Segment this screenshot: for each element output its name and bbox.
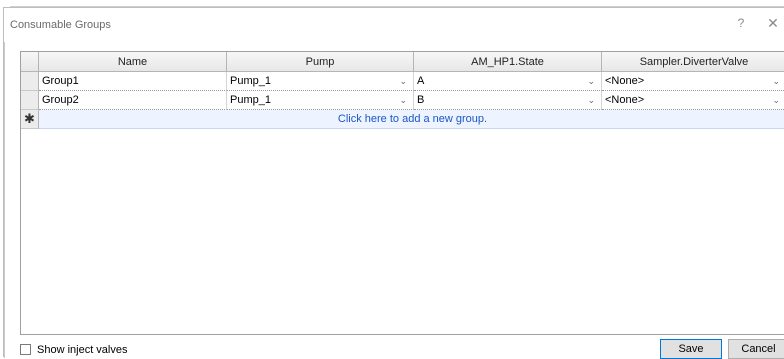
column-header-name[interactable]: Name (39, 52, 227, 72)
cell-diverter-valve[interactable]: <None> ⌄ (602, 91, 784, 110)
cell-pump[interactable]: Pump_1 ⌄ (227, 91, 414, 110)
row-header[interactable] (21, 72, 39, 91)
cell-pump-value: Pump_1 (230, 75, 271, 87)
cell-state-value: A (417, 75, 425, 87)
help-button[interactable]: ? (734, 16, 748, 30)
cell-diverter-valve[interactable]: <None> ⌄ (602, 72, 784, 91)
column-header-pump[interactable]: Pump (227, 52, 414, 72)
cell-name[interactable]: Group2 (39, 91, 227, 110)
column-header-sampler-divertervalve[interactable]: Sampler.DiverterValve (602, 52, 784, 72)
show-inject-valves-checkbox[interactable] (20, 344, 31, 355)
cell-diverter-value: <None> (605, 94, 645, 106)
cell-state-value: B (417, 94, 425, 106)
close-button[interactable]: ✕ (766, 15, 780, 32)
new-row-asterisk-icon: ✱ (21, 110, 39, 129)
cell-diverter-value: <None> (605, 75, 645, 87)
cell-pump-value: Pump_1 (230, 94, 271, 106)
chevron-down-icon[interactable]: ⌄ (587, 91, 595, 109)
groups-grid: Name Pump AM_HP1.State Sampler.DiverterV… (20, 51, 784, 335)
corner-cell (21, 52, 39, 72)
chevron-down-icon[interactable]: ⌄ (399, 72, 407, 90)
dialog-title: Consumable Groups (10, 19, 111, 31)
dialog-footer: Show inject valves Save Cancel (20, 339, 784, 359)
table-row[interactable]: Group1 Pump_1 ⌄ A ⌄ <None> ⌄ (39, 72, 784, 91)
consumable-groups-dialog: Consumable Groups ? ✕ Name Pump AM_HP1.S… (3, 7, 784, 359)
chevron-down-icon[interactable]: ⌄ (772, 91, 780, 109)
row-header[interactable] (21, 91, 39, 110)
cell-pump[interactable]: Pump_1 ⌄ (227, 72, 414, 91)
column-header-am-hp1-state[interactable]: AM_HP1.State (414, 52, 602, 72)
add-new-group-row[interactable]: Click here to add a new group. (39, 110, 784, 129)
cell-am-hp1-state[interactable]: A ⌄ (414, 72, 602, 91)
cell-am-hp1-state[interactable]: B ⌄ (414, 91, 602, 110)
show-inject-valves-label[interactable]: Show inject valves (37, 344, 128, 356)
cell-name[interactable]: Group1 (39, 72, 227, 91)
grid-header: Name Pump AM_HP1.State Sampler.DiverterV… (21, 52, 784, 72)
table-row[interactable]: Group2 Pump_1 ⌄ B ⌄ <None> ⌄ (39, 91, 784, 110)
title-bar: Consumable Groups ? ✕ (4, 8, 784, 42)
chevron-down-icon[interactable]: ⌄ (772, 72, 780, 90)
add-new-group-link[interactable]: Click here to add a new group. (39, 110, 784, 128)
left-divider (4, 42, 5, 358)
cancel-button[interactable]: Cancel (728, 339, 784, 359)
save-button[interactable]: Save (660, 339, 722, 359)
chevron-down-icon[interactable]: ⌄ (399, 91, 407, 109)
chevron-down-icon[interactable]: ⌄ (587, 72, 595, 90)
